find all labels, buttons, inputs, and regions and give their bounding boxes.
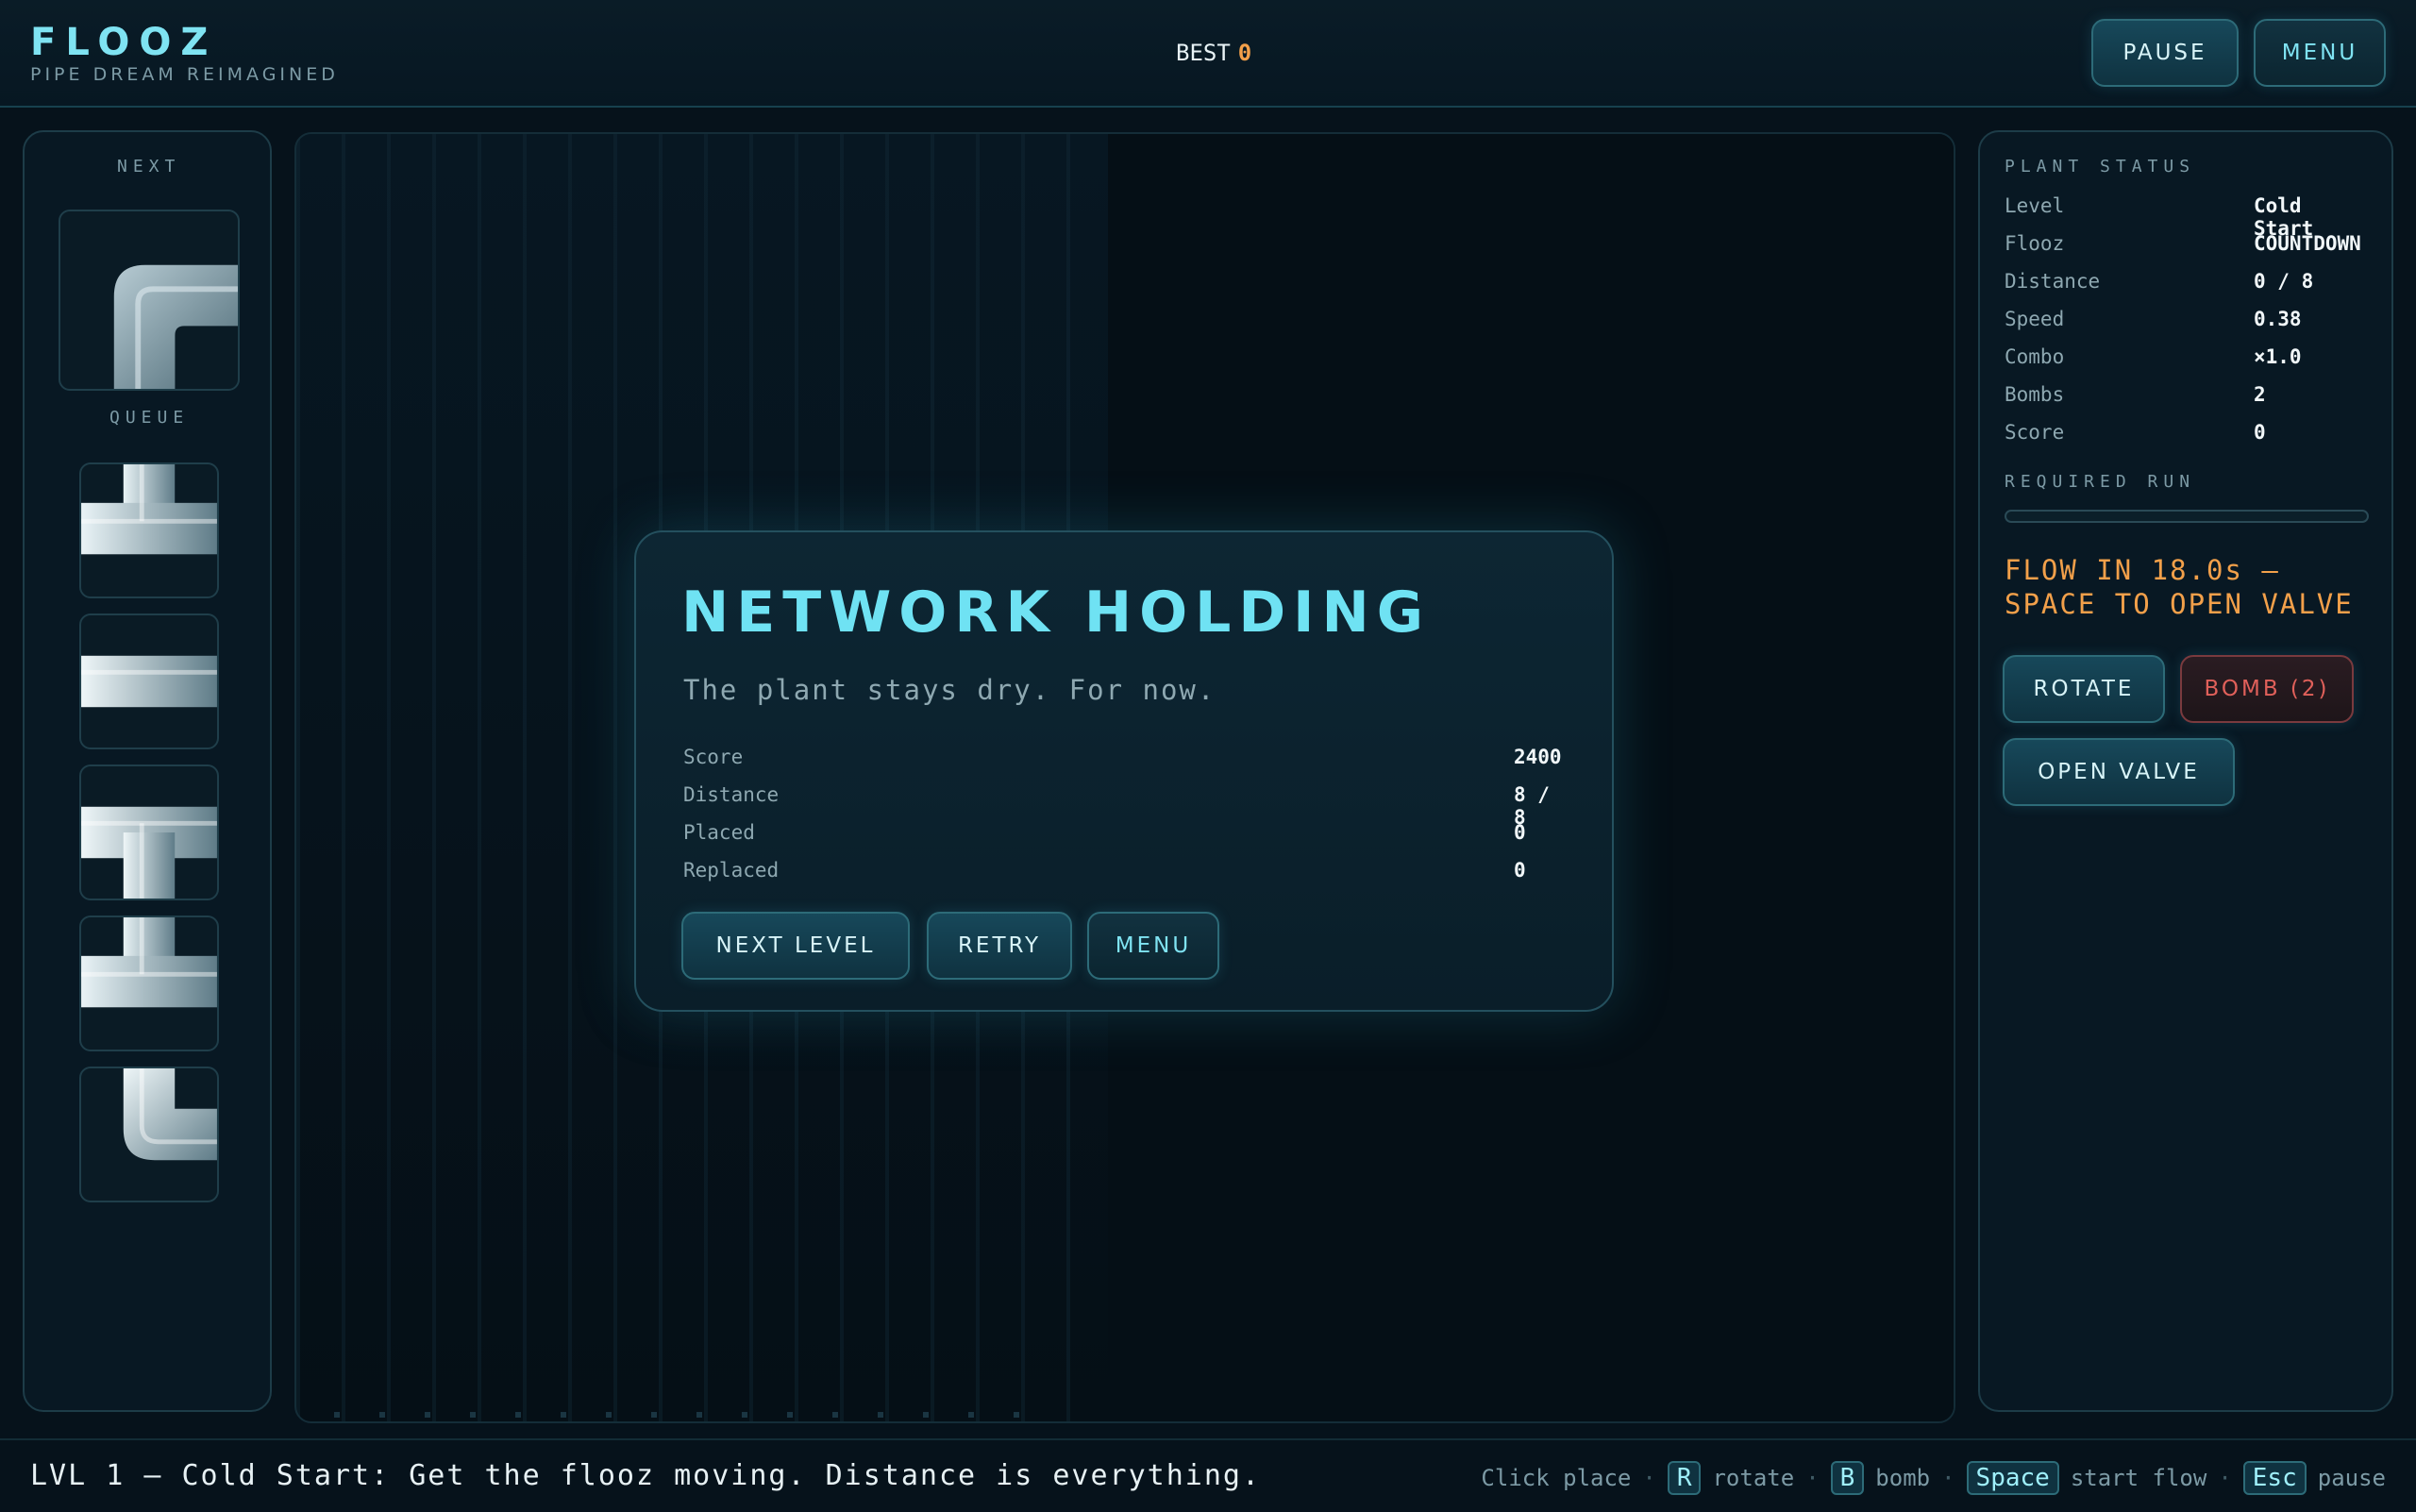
game-title: FLOOZ: [30, 21, 218, 64]
tee-pipe-icon: [81, 917, 217, 1008]
keyboard-hints: Click place · R rotate · B bomb · Space …: [1481, 1461, 2386, 1495]
plant-status-heading: PLANT STATUS: [2005, 157, 2196, 176]
required-run-label: REQUIRED RUN: [2005, 472, 2196, 492]
dialog-stat-replaced: Replaced 0: [683, 859, 1570, 887]
status-value: 0.38: [2254, 308, 2302, 330]
corner-pipe-icon: [113, 264, 238, 389]
piece-panel: NEXT QUEUE: [23, 130, 272, 1412]
stat-label: Placed: [683, 821, 755, 844]
key-esc: Esc: [2242, 1461, 2307, 1495]
best-score: BEST 0: [1176, 40, 1251, 66]
board-grid-ticks: [334, 1410, 1089, 1418]
dialog-stat-distance: Distance 8 / 8: [683, 783, 1570, 829]
hint-separator: ·: [1642, 1465, 1656, 1491]
hint-bomb: bomb: [1875, 1465, 1931, 1491]
stat-value: 2400: [1514, 746, 1562, 768]
dialog-stat-score: Score 2400: [683, 746, 1570, 774]
countdown-message: FLOW IN 18.0s — SPACE TO OPEN VALVE: [2005, 554, 2354, 620]
status-bombs: Bombs 2: [2005, 383, 2373, 412]
required-run-progress: [2005, 510, 2369, 523]
stat-value: 0: [1514, 859, 1526, 882]
next-level-button[interactable]: NEXT LEVEL: [681, 912, 910, 980]
status-level: Level Cold Start: [2005, 194, 2373, 240]
status-label: Bombs: [2005, 383, 2065, 406]
status-panel: PLANT STATUS Level Cold Start Flooz COUN…: [1978, 130, 2393, 1412]
hint-pause: pause: [2317, 1465, 2386, 1491]
key-r: R: [1667, 1461, 1702, 1495]
retry-button[interactable]: RETRY: [927, 912, 1072, 980]
status-score: Score 0: [2005, 421, 2373, 449]
stat-value: 0: [1514, 821, 1526, 844]
best-label: BEST: [1176, 40, 1231, 66]
best-value: 0: [1237, 40, 1252, 66]
hint-start-flow: start flow: [2070, 1465, 2207, 1491]
hint-separator: ·: [2218, 1465, 2232, 1491]
stat-label: Score: [683, 746, 744, 768]
hint-click: Click place: [1481, 1465, 1632, 1491]
tee-pipe-icon: [81, 464, 217, 555]
status-label: Speed: [2005, 308, 2065, 330]
bomb-button[interactable]: BOMB (2): [2180, 655, 2354, 723]
game-subtitle: PIPE DREAM REIMAGINED: [30, 64, 339, 85]
tee-pipe-icon: [81, 806, 217, 899]
status-label: Score: [2005, 421, 2065, 444]
status-flooz: Flooz COUNTDOWN: [2005, 232, 2373, 260]
dialog-stat-placed: Placed 0: [683, 821, 1570, 849]
status-label: Distance: [2005, 270, 2101, 293]
dialog-subtitle: The plant stays dry. For now.: [683, 674, 1216, 706]
straight-pipe-icon: [81, 655, 217, 708]
key-space: Space: [1966, 1461, 2059, 1495]
hint-separator: ·: [1805, 1465, 1820, 1491]
dialog-title: NETWORK HOLDING: [681, 580, 1431, 646]
queue-slot-4: [79, 916, 219, 1051]
status-value: 0 / 8: [2254, 270, 2314, 293]
hint-rotate: rotate: [1712, 1465, 1795, 1491]
next-label: NEXT: [117, 157, 181, 176]
top-menu-button[interactable]: MENU: [2254, 19, 2386, 87]
level-message: LVL 1 — Cold Start: Get the flooz moving…: [30, 1459, 1261, 1492]
stat-label: Replaced: [683, 859, 780, 882]
queue-slot-3: [79, 764, 219, 900]
level-complete-dialog: NETWORK HOLDING The plant stays dry. For…: [634, 530, 1614, 1012]
footer-bar: LVL 1 — Cold Start: Get the flooz moving…: [0, 1438, 2416, 1512]
queue-label: QUEUE: [109, 408, 190, 428]
corner-pipe-icon: [123, 1068, 217, 1161]
dialog-menu-button[interactable]: MENU: [1087, 912, 1219, 980]
status-label: Level: [2005, 194, 2065, 217]
status-value: 2: [2254, 383, 2266, 406]
status-value: ×1.0: [2254, 345, 2302, 368]
status-combo: Combo ×1.0: [2005, 345, 2373, 374]
status-speed: Speed 0.38: [2005, 308, 2373, 336]
status-value: COUNTDOWN: [2254, 232, 2361, 255]
hint-separator: ·: [1941, 1465, 1955, 1491]
queue-slot-1: [79, 462, 219, 598]
next-piece-slot: [59, 210, 240, 391]
top-bar: FLOOZ PIPE DREAM REIMAGINED BEST 0 PAUSE …: [0, 0, 2416, 108]
open-valve-button[interactable]: OPEN VALVE: [2003, 738, 2235, 806]
status-distance: Distance 0 / 8: [2005, 270, 2373, 298]
queue-slot-5: [79, 1067, 219, 1202]
pause-button[interactable]: PAUSE: [2091, 19, 2239, 87]
status-label: Combo: [2005, 345, 2065, 368]
key-b: B: [1830, 1461, 1865, 1495]
status-label: Flooz: [2005, 232, 2065, 255]
status-value: 0: [2254, 421, 2266, 444]
rotate-button[interactable]: ROTATE: [2003, 655, 2165, 723]
queue-slot-2: [79, 613, 219, 749]
stat-label: Distance: [683, 783, 780, 806]
